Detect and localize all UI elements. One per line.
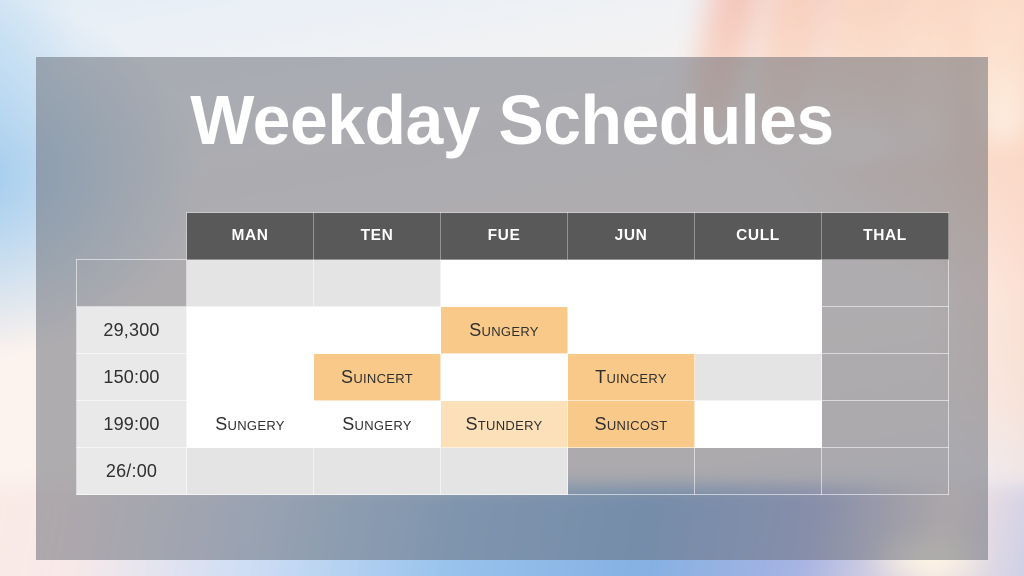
table-row: 150:00 Suincert Tuincery bbox=[76, 353, 949, 401]
schedule-empty-cell[interactable] bbox=[186, 447, 314, 495]
schedule-empty-cell[interactable] bbox=[694, 353, 822, 401]
schedule-empty-cell[interactable] bbox=[567, 259, 695, 307]
schedule-empty-cell[interactable] bbox=[313, 306, 441, 354]
schedule-empty-cell[interactable] bbox=[440, 353, 568, 401]
schedule-empty-cell[interactable] bbox=[440, 447, 568, 495]
table-row bbox=[76, 259, 949, 307]
column-header-jun[interactable]: JUN bbox=[567, 212, 695, 260]
schedule-empty-cell[interactable] bbox=[186, 306, 314, 354]
schedule-empty-cell bbox=[821, 306, 949, 354]
row-time-label bbox=[76, 259, 187, 307]
schedule-entry-cell[interactable]: Suincert bbox=[313, 353, 441, 401]
table-header-row: MAN TEN FUE JUN CULL THAL bbox=[77, 212, 949, 260]
column-header-ten[interactable]: TEN bbox=[313, 212, 441, 260]
schedule-entry-cell[interactable]: Sungery bbox=[186, 400, 314, 448]
schedule-entry-cell[interactable]: Sungery bbox=[313, 400, 441, 448]
schedule-table: MAN TEN FUE JUN CULL THAL 29,300 Sungery 150:00… bbox=[76, 212, 949, 495]
row-time-label: 150:00 bbox=[76, 353, 187, 401]
schedule-empty-cell[interactable] bbox=[186, 353, 314, 401]
schedule-table-container: MAN TEN FUE JUN CULL THAL 29,300 Sungery 150:00… bbox=[76, 212, 949, 495]
schedule-empty-cell[interactable] bbox=[694, 400, 822, 448]
schedule-empty-cell[interactable] bbox=[694, 306, 822, 354]
table-row: 26/:00 bbox=[76, 447, 949, 495]
schedule-entry-cell[interactable]: Stundery bbox=[440, 400, 568, 448]
row-time-label: 29,300 bbox=[76, 306, 187, 354]
schedule-empty-cell[interactable] bbox=[313, 259, 441, 307]
column-header-thal[interactable]: THAL bbox=[821, 212, 949, 260]
page-title: Weekday Schedules bbox=[190, 81, 834, 159]
schedule-empty-cell[interactable] bbox=[440, 259, 568, 307]
row-time-label: 199:00 bbox=[76, 400, 187, 448]
schedule-empty-cell[interactable] bbox=[186, 259, 314, 307]
schedule-entry-cell[interactable]: Sungery bbox=[440, 306, 568, 354]
schedule-empty-cell[interactable] bbox=[694, 259, 822, 307]
table-row: 199:00 Sungery Sungery Stundery Sunicost bbox=[76, 400, 949, 448]
column-header-man[interactable]: MAN bbox=[186, 212, 314, 260]
row-time-label: 26/:00 bbox=[76, 447, 187, 495]
schedule-empty-cell bbox=[567, 447, 695, 495]
schedule-empty-cell bbox=[821, 353, 949, 401]
table-row: 29,300 Sungery bbox=[76, 306, 949, 354]
table-header: MAN TEN FUE JUN CULL THAL bbox=[77, 212, 949, 260]
schedule-entry-cell[interactable]: Sunicost bbox=[567, 400, 695, 448]
schedule-empty-cell[interactable] bbox=[313, 447, 441, 495]
column-header-fue[interactable]: FUE bbox=[440, 212, 568, 260]
schedule-empty-cell bbox=[821, 259, 949, 307]
schedule-empty-cell bbox=[821, 447, 949, 495]
schedule-empty-cell[interactable] bbox=[567, 306, 695, 354]
column-header-cull[interactable]: CULL bbox=[694, 212, 822, 260]
table-body: 29,300 Sungery 150:00 Suincert Tuincery 199:0… bbox=[76, 259, 949, 495]
schedule-empty-cell bbox=[821, 400, 949, 448]
schedule-entry-cell[interactable]: Tuincery bbox=[567, 353, 695, 401]
table-corner-cell bbox=[77, 213, 187, 260]
schedule-empty-cell bbox=[694, 447, 822, 495]
